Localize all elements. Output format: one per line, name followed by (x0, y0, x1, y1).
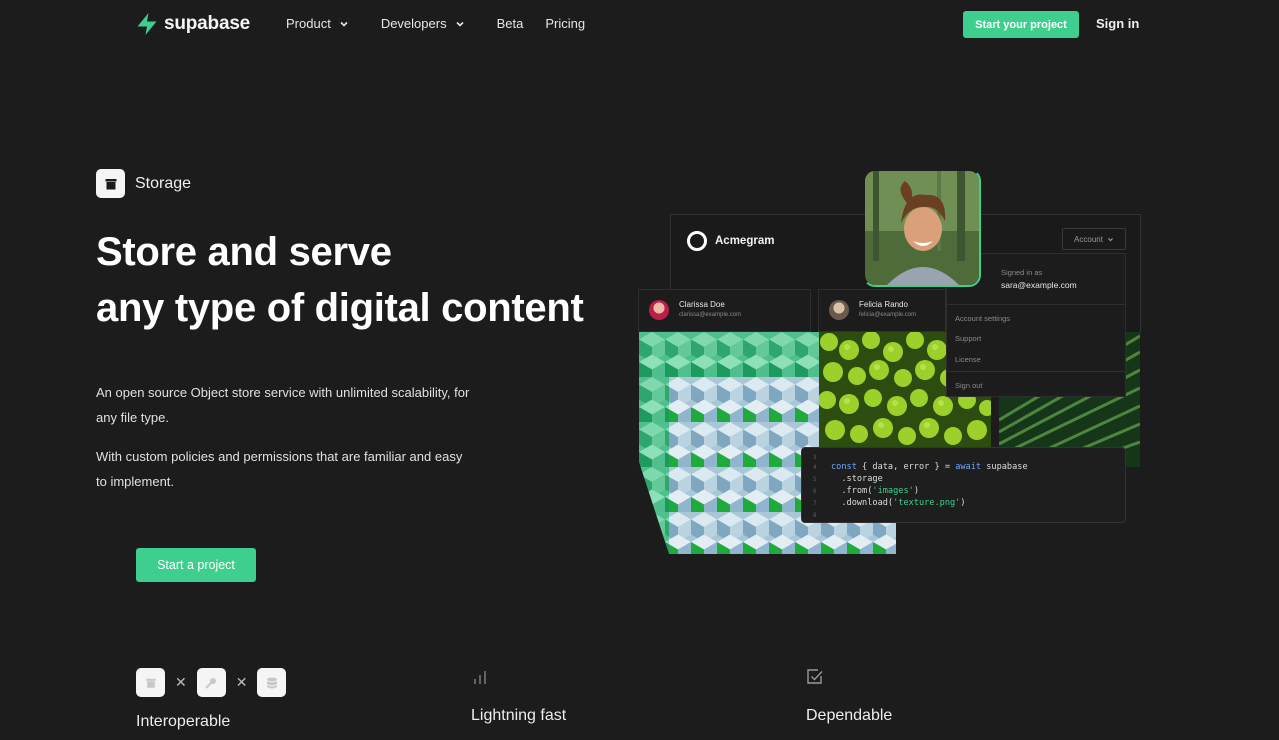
times-icon: ✕ (175, 674, 187, 690)
code-snippet: 3 4 const { data, error } = await supaba… (801, 447, 1126, 523)
chevron-down-icon (1107, 237, 1113, 241)
nav-beta-label: Beta (496, 16, 524, 31)
sign-in-link[interactable]: Sign in (1096, 16, 1139, 31)
nav-beta[interactable]: Beta (497, 16, 524, 31)
hero-title-line2: any type of digital content (96, 286, 584, 330)
nav-pricing-label: Pricing (545, 16, 586, 31)
user-card-felicia[interactable]: Felicia Rando felicia@example.com (818, 289, 946, 332)
user-name: Clarissa Doe (679, 300, 725, 309)
bar-chart-icon (474, 671, 486, 684)
user-card-clarissa[interactable]: Clarissa Doe clarissa@example.com (638, 289, 811, 332)
nav-developers-label: Developers (380, 16, 447, 31)
acmegram-brand: Acmegram (687, 231, 774, 251)
code-line: 4 const { data, error } = await supabase (802, 462, 1028, 474)
chevron-down-icon (456, 21, 464, 27)
menu-support[interactable]: Support (955, 334, 981, 343)
user-email: felicia@example.com (859, 312, 917, 318)
supabase-bolt-icon (137, 13, 157, 35)
feature-icons: ✕ ✕ (136, 668, 287, 697)
code-keyword: const (831, 462, 857, 472)
nav-links: Product Developers Beta Pricing (286, 16, 607, 31)
checkbox-icon (807, 669, 823, 684)
avatar (649, 300, 669, 320)
feature-lightning-fast: Lightning fast (471, 668, 566, 725)
code-string: 'images' (872, 486, 914, 496)
line-number: 6 (813, 488, 817, 495)
feature-dependable: Dependable (806, 668, 892, 725)
feature-title: Dependable (806, 707, 893, 724)
code-text: .from( (831, 486, 873, 496)
nav-pricing[interactable]: Pricing (545, 16, 585, 31)
line-number: 5 (813, 476, 817, 483)
code-line: 5 .storage (802, 474, 883, 486)
code-text: .download( (831, 498, 894, 508)
feature-title: Interoperable (136, 713, 231, 730)
code-line: 7 .download('texture.png') (802, 498, 966, 510)
key-icon (196, 668, 226, 697)
hero-title-line1: Store and serve (96, 230, 392, 274)
times-icon: ✕ (235, 674, 248, 690)
profile-photo (863, 169, 981, 287)
start-your-project-button[interactable]: Start your project (963, 11, 1079, 38)
menu-account-settings[interactable]: Account settings (955, 314, 1010, 323)
product-badge: Storage (96, 169, 191, 198)
storage-box-icon (136, 668, 165, 697)
supabase-logo[interactable]: supabase (136, 12, 250, 36)
code-text: .storage (831, 474, 883, 484)
hero-desc-1: An open source Object store service with… (96, 385, 470, 425)
code-line: 8 (802, 510, 831, 522)
product-label: Storage (135, 174, 192, 192)
feature-interoperable: ✕ ✕ Interoperable (136, 668, 287, 731)
avatar (829, 300, 849, 320)
signed-in-as-label: Signed in as (1001, 268, 1043, 277)
top-nav: supabase Product Developers Beta Pricing… (0, 0, 1279, 48)
nav-product[interactable]: Product (286, 16, 349, 31)
user-email: clarissa@example.com (679, 312, 742, 318)
user-name: Felicia Rando (859, 300, 908, 309)
database-icon (257, 668, 287, 697)
code-text: { data, error } = (856, 462, 956, 472)
code-keyword: await (955, 462, 982, 472)
start-a-project-button[interactable]: Start a project (136, 548, 256, 582)
code-text: ) (960, 498, 966, 508)
nav-product-label: Product (286, 16, 331, 31)
nav-developers[interactable]: Developers (381, 16, 465, 31)
menu-divider (947, 304, 1125, 305)
line-number: 7 (813, 500, 817, 507)
hero-desc-2: With custom policies and permissions tha… (96, 449, 463, 489)
line-number: 8 (813, 512, 817, 519)
acmegram-logo-icon (687, 231, 707, 251)
account-label: Account (1074, 234, 1103, 244)
feature-title: Lightning fast (471, 707, 567, 724)
menu-divider (947, 371, 1125, 372)
hero-title: Store and serve any type of digital cont… (96, 224, 584, 336)
chevron-down-icon (340, 21, 348, 27)
menu-license[interactable]: License (955, 355, 981, 364)
acmegram-name: Acmegram (715, 235, 775, 247)
code-text: ) (913, 486, 919, 496)
menu-sign-out[interactable]: Sign out (955, 381, 983, 390)
signed-in-email: sara@example.com (1001, 280, 1077, 290)
code-line: 6 .from('images') (802, 486, 919, 498)
hero-description: An open source Object store service with… (96, 380, 476, 508)
storage-box-icon (96, 169, 125, 198)
code-text: supabase (981, 462, 1028, 472)
line-number: 4 (813, 464, 817, 471)
account-dropdown-button[interactable]: Account (1062, 228, 1126, 250)
brand-name: supabase (164, 13, 251, 34)
code-string: 'texture.png' (893, 498, 961, 508)
